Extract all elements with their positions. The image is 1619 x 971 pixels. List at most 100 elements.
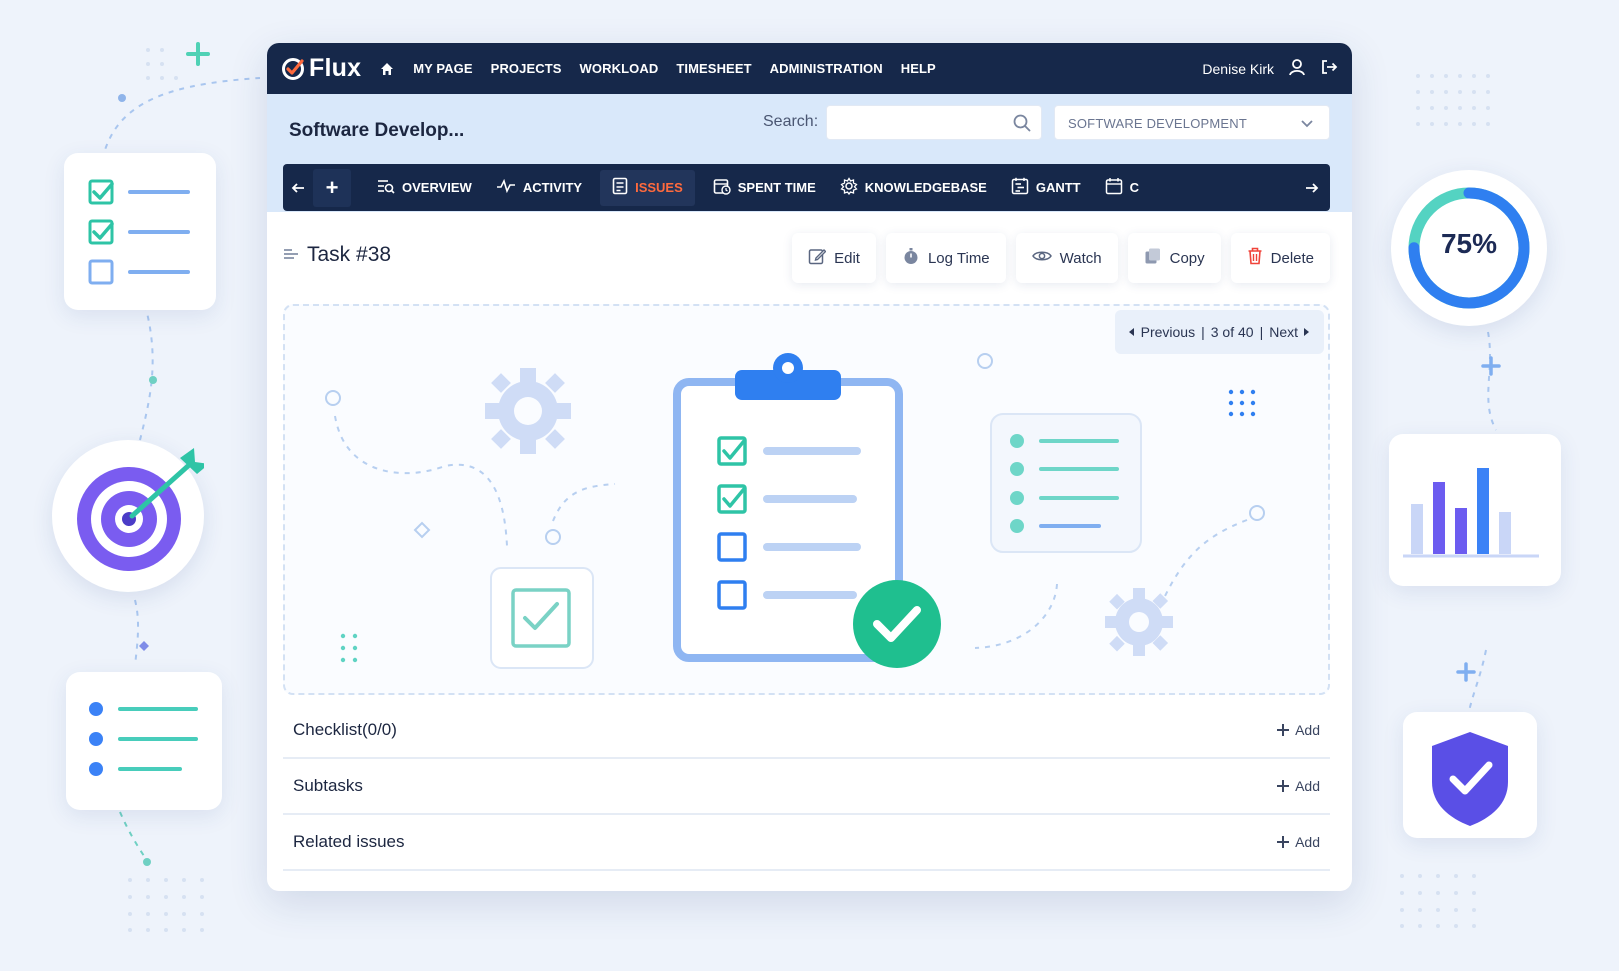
top-navigation-bar: Flux MY PAGE PROJECTS WORKLOAD TIMESHEET… bbox=[267, 43, 1352, 94]
checklist-title: Checklist(0/0) bbox=[293, 720, 397, 739]
pager-position: 3 of 40 bbox=[1210, 324, 1254, 340]
target-icon bbox=[77, 448, 209, 571]
main-menu: MY PAGE PROJECTS WORKLOAD TIMESHEET ADMI… bbox=[379, 61, 936, 77]
caret-right-icon bbox=[1304, 328, 1309, 336]
log-time-button[interactable]: Log Time bbox=[885, 233, 1006, 283]
search-input[interactable] bbox=[826, 105, 1042, 140]
shield-check-icon bbox=[1432, 732, 1508, 826]
checklist-add-button[interactable]: Add bbox=[1277, 722, 1320, 738]
subtasks-add-button[interactable]: Add bbox=[1277, 778, 1320, 794]
tab-activity-label: ACTIVITY bbox=[522, 180, 583, 195]
checklist-illustration-icon bbox=[88, 179, 190, 285]
tab-activity[interactable]: ACTIVITY bbox=[484, 164, 594, 211]
flux-logo[interactable]: Flux bbox=[281, 54, 361, 83]
delete-button[interactable]: Delete bbox=[1230, 233, 1330, 283]
log-time-label: Log Time bbox=[927, 249, 990, 267]
chevron-down-icon bbox=[1299, 116, 1315, 135]
progress-widget-card: 75% bbox=[1391, 170, 1547, 326]
arrow-left-icon[interactable] bbox=[283, 181, 313, 195]
app-name: Flux bbox=[309, 54, 362, 82]
tab-spent-time[interactable]: SPENT TIME bbox=[701, 164, 828, 211]
logo-check-icon bbox=[282, 57, 304, 80]
nav-help[interactable]: HELP bbox=[901, 61, 936, 76]
next-link[interactable]: Next bbox=[1269, 324, 1310, 340]
home-icon[interactable] bbox=[379, 61, 395, 77]
previous-label: Previous bbox=[1140, 324, 1196, 340]
nav-timesheet[interactable]: TIMESHEET bbox=[676, 61, 751, 76]
search-label: Search: bbox=[763, 113, 819, 130]
stopwatch-icon bbox=[902, 247, 920, 269]
user-name[interactable]: Denise Kirk bbox=[1202, 61, 1274, 77]
plus-icon bbox=[1277, 836, 1290, 848]
edit-label: Edit bbox=[834, 249, 860, 267]
calendar-icon bbox=[1105, 177, 1123, 198]
bar-chart-widget-card bbox=[1389, 434, 1561, 586]
search-icon[interactable] bbox=[1013, 114, 1031, 137]
tab-issues[interactable]: ISSUES bbox=[600, 169, 695, 206]
task-header: Task #38 Edit Log Time Watch Copy Delete bbox=[283, 233, 1330, 293]
watch-label: Watch bbox=[1059, 249, 1102, 267]
edit-button[interactable]: Edit bbox=[792, 233, 876, 283]
logout-icon[interactable] bbox=[1320, 58, 1338, 79]
checklist-widget-card bbox=[64, 153, 216, 310]
knowledgebase-icon bbox=[840, 177, 858, 198]
arrow-right-icon[interactable] bbox=[1294, 181, 1330, 195]
tab-overview[interactable]: OVERVIEW bbox=[365, 164, 484, 211]
previous-link[interactable]: Previous bbox=[1128, 324, 1196, 340]
task-illustration bbox=[325, 353, 1265, 669]
new-item-button[interactable]: + bbox=[313, 168, 351, 207]
tab-spent-time-label: SPENT TIME bbox=[737, 180, 816, 195]
watch-button[interactable]: Watch bbox=[1015, 233, 1118, 283]
delete-label: Delete bbox=[1270, 249, 1314, 267]
plus-icon bbox=[1277, 724, 1290, 736]
related-issues-title: Related issues bbox=[293, 832, 405, 851]
pager-separator: | bbox=[1259, 324, 1264, 340]
checklist-add-label: Add bbox=[1295, 722, 1320, 738]
nav-workload[interactable]: WORKLOAD bbox=[580, 61, 659, 76]
tab-calendar-label: C bbox=[1129, 180, 1140, 195]
caret-left-icon bbox=[1128, 328, 1134, 336]
nav-administration[interactable]: ADMINISTRATION bbox=[770, 61, 883, 76]
list-widget-card bbox=[66, 672, 222, 810]
tab-knowledgebase[interactable]: KNOWLEDGEBASE bbox=[828, 164, 999, 211]
target-widget-card bbox=[52, 440, 209, 592]
gear-icon bbox=[485, 368, 571, 454]
next-label: Next bbox=[1269, 324, 1298, 340]
bar-chart-icon bbox=[1403, 468, 1539, 558]
small-gear-icon bbox=[1105, 588, 1173, 656]
menu-lines-icon[interactable] bbox=[283, 243, 299, 267]
related-issues-add-button[interactable]: Add bbox=[1277, 834, 1320, 850]
gantt-icon bbox=[1011, 177, 1029, 198]
tab-gantt-label: GANTT bbox=[1035, 180, 1081, 195]
tab-knowledgebase-label: KNOWLEDGEBASE bbox=[864, 180, 987, 195]
copy-label: Copy bbox=[1169, 249, 1205, 267]
tab-issues-label: ISSUES bbox=[635, 180, 683, 195]
user-icon[interactable] bbox=[1288, 58, 1306, 79]
spent-time-icon bbox=[713, 177, 731, 198]
app-window: Flux MY PAGE PROJECTS WORKLOAD TIMESHEET… bbox=[267, 43, 1352, 891]
trash-icon bbox=[1247, 247, 1263, 269]
eye-icon bbox=[1031, 248, 1052, 268]
nav-projects[interactable]: PROJECTS bbox=[491, 61, 562, 76]
activity-icon bbox=[496, 178, 516, 196]
copy-button[interactable]: Copy bbox=[1127, 233, 1221, 283]
subtasks-title: Subtasks bbox=[293, 776, 363, 795]
project-select[interactable]: SOFTWARE DEVELOPMENT bbox=[1054, 105, 1330, 140]
progress-label: 75% bbox=[1440, 228, 1498, 259]
tab-gantt[interactable]: GANTT bbox=[999, 164, 1093, 211]
issues-icon bbox=[612, 177, 628, 198]
issue-pager: Previous | 3 of 40 | Next bbox=[1114, 310, 1324, 354]
project-select-value: SOFTWARE DEVELOPMENT bbox=[1068, 116, 1248, 131]
subtasks-add-label: Add bbox=[1295, 778, 1320, 794]
user-area: Denise Kirk bbox=[1202, 58, 1338, 79]
plus-icon bbox=[1277, 780, 1290, 792]
nav-my-page[interactable]: MY PAGE bbox=[413, 61, 472, 76]
task-illustration-area: Previous | 3 of 40 | Next bbox=[283, 304, 1330, 695]
pager-separator: | bbox=[1201, 324, 1205, 340]
task-title: Task #38 bbox=[307, 243, 392, 266]
task-title-group: Task #38 bbox=[283, 243, 391, 267]
tab-overview-label: OVERVIEW bbox=[402, 180, 472, 195]
project-title: Software Develop... bbox=[289, 120, 465, 141]
tab-calendar[interactable]: C bbox=[1093, 164, 1151, 211]
related-issues-section: Related issues Add bbox=[283, 815, 1330, 871]
